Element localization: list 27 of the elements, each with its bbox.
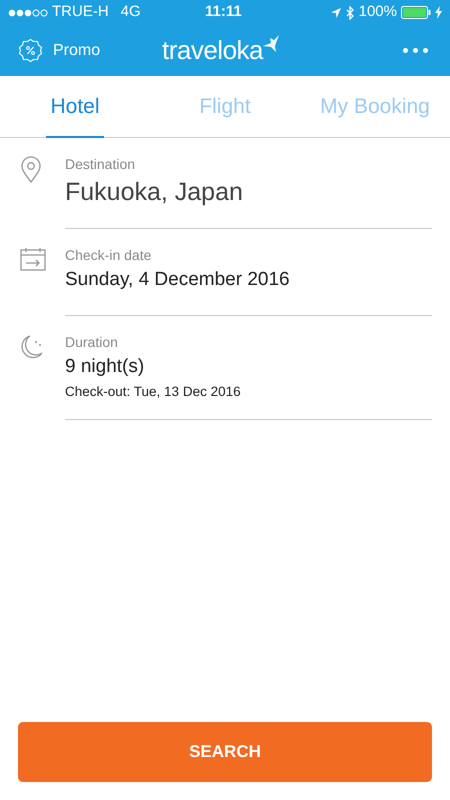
search-button[interactable]: SEARCH: [18, 722, 432, 782]
promo-button[interactable]: Promo: [18, 38, 100, 63]
form-field[interactable]: Destination Fukuoka, Japan: [65, 155, 432, 229]
field-value: 9 night(s): [65, 355, 146, 379]
location-arrow-icon: [330, 6, 342, 18]
status-time: 11:11: [205, 2, 242, 22]
field-value: Fukuoka, Japan: [65, 177, 244, 208]
signal-icon: [8, 8, 48, 16]
field-label: Destination: [65, 155, 136, 173]
bluetooth-icon: [346, 6, 355, 20]
charging-icon: [435, 6, 442, 19]
calendar-icon: [20, 247, 46, 271]
battery-percent: 100%: [358, 2, 397, 22]
field-value: Sunday, 4 December 2016: [65, 268, 291, 292]
form-field[interactable]: Duration 9 night(s) Check-out: Tue, 13 Dec 2016: [65, 333, 432, 420]
network-text: 4G: [120, 2, 141, 22]
checkout-note: Check-out: Tue, 13 Dec 2016: [65, 383, 242, 401]
tab[interactable]: Hotel: [0, 76, 150, 137]
carrier-text: TRUE-H: [52, 2, 109, 22]
battery-icon: [401, 6, 431, 19]
location-pin-icon: [20, 156, 42, 184]
form-field[interactable]: Check-in date Sunday, 4 December 2016: [65, 246, 432, 316]
field-label: Duration: [65, 333, 119, 351]
discount-icon: [18, 38, 43, 63]
field-label: Check-in date: [65, 246, 152, 264]
moon-icon: [20, 334, 44, 360]
traveloka-logo: traveloka: [162, 33, 281, 67]
